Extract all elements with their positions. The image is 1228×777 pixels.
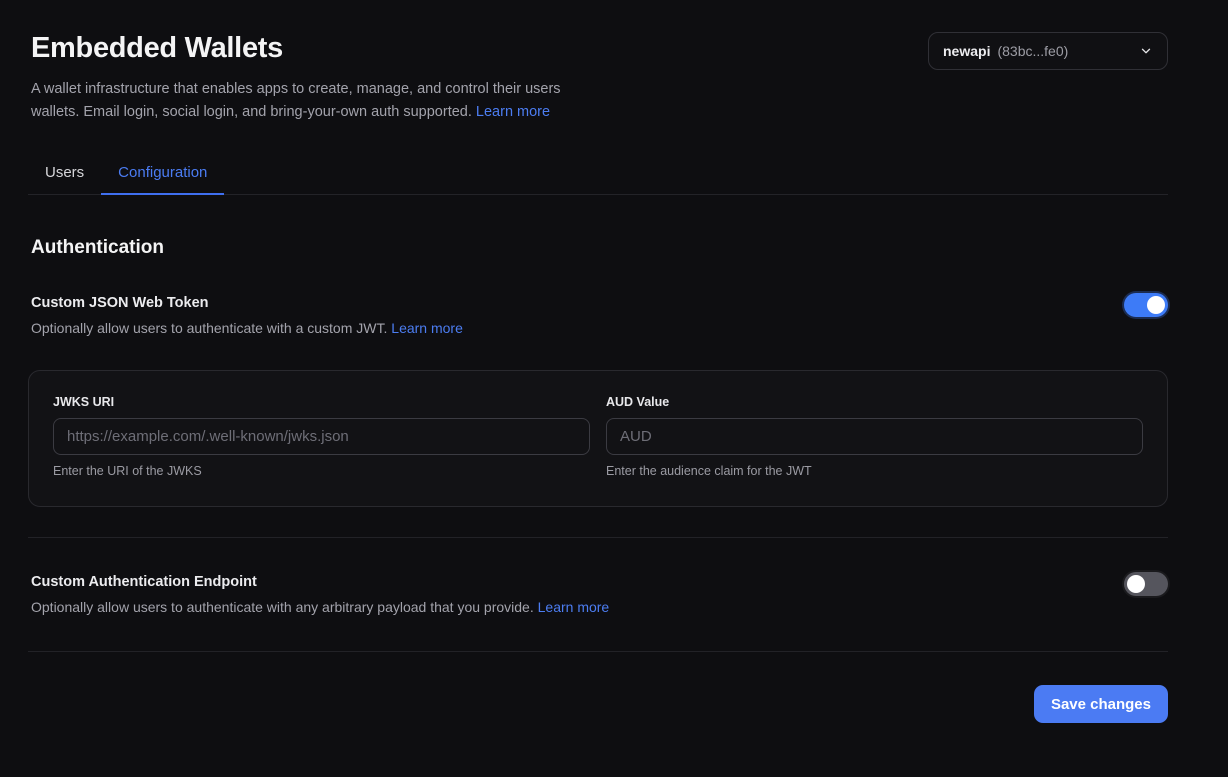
endpoint-setting-title: Custom Authentication Endpoint — [28, 574, 609, 590]
divider — [28, 537, 1168, 538]
jwt-toggle-knob — [1147, 296, 1165, 314]
aud-value-input[interactable] — [606, 418, 1143, 455]
header-text-block: Embedded Wallets A wallet infrastructure… — [28, 32, 591, 123]
jwt-setting-title: Custom JSON Web Token — [28, 295, 463, 311]
endpoint-toggle-knob — [1127, 575, 1145, 593]
aud-value-field: AUD Value Enter the audience claim for t… — [606, 395, 1143, 478]
save-changes-button[interactable]: Save changes — [1034, 685, 1168, 723]
api-key-dropdown[interactable]: newapi (83bc...fe0) — [928, 32, 1168, 70]
api-key-id: (83bc...fe0) — [997, 43, 1068, 59]
page-header: Embedded Wallets A wallet infrastructure… — [28, 32, 1168, 123]
jwt-setting-description-text: Optionally allow users to authenticate w… — [31, 320, 387, 336]
endpoint-setting-description: Optionally allow users to authenticate w… — [28, 599, 609, 615]
endpoint-setting-text: Custom Authentication Endpoint Optionall… — [28, 574, 609, 615]
jwt-config-card: JWKS URI Enter the URI of the JWKS AUD V… — [28, 370, 1168, 507]
authentication-heading: Authentication — [28, 237, 1168, 259]
tab-configuration[interactable]: Configuration — [101, 164, 224, 195]
api-key-name: newapi — [943, 43, 990, 59]
jwt-setting-row: Custom JSON Web Token Optionally allow u… — [28, 295, 1168, 336]
jwks-uri-label: JWKS URI — [53, 395, 590, 409]
tab-users[interactable]: Users — [28, 164, 101, 195]
embedded-wallets-page: Embedded Wallets A wallet infrastructure… — [0, 0, 1228, 777]
aud-value-helper: Enter the audience claim for the JWT — [606, 464, 1143, 478]
endpoint-setting-row: Custom Authentication Endpoint Optionall… — [28, 574, 1168, 615]
jwks-uri-input[interactable] — [53, 418, 590, 455]
jwt-toggle[interactable] — [1124, 293, 1168, 317]
endpoint-toggle[interactable] — [1124, 572, 1168, 596]
divider — [28, 651, 1168, 652]
footer-actions: Save changes — [28, 685, 1168, 723]
jwt-setting-text: Custom JSON Web Token Optionally allow u… — [28, 295, 463, 336]
jwt-setting-description: Optionally allow users to authenticate w… — [28, 320, 463, 336]
jwks-uri-field: JWKS URI Enter the URI of the JWKS — [53, 395, 590, 478]
header-learn-more-link[interactable]: Learn more — [476, 104, 550, 120]
endpoint-learn-more-link[interactable]: Learn more — [538, 599, 610, 615]
page-description: A wallet infrastructure that enables app… — [28, 78, 591, 123]
endpoint-setting-description-text: Optionally allow users to authenticate w… — [31, 599, 534, 615]
jwt-learn-more-link[interactable]: Learn more — [391, 320, 463, 336]
chevron-down-icon — [1139, 44, 1153, 58]
page-title: Embedded Wallets — [28, 32, 591, 65]
jwks-uri-helper: Enter the URI of the JWKS — [53, 464, 590, 478]
aud-value-label: AUD Value — [606, 395, 1143, 409]
tab-bar: Users Configuration — [28, 164, 1168, 195]
